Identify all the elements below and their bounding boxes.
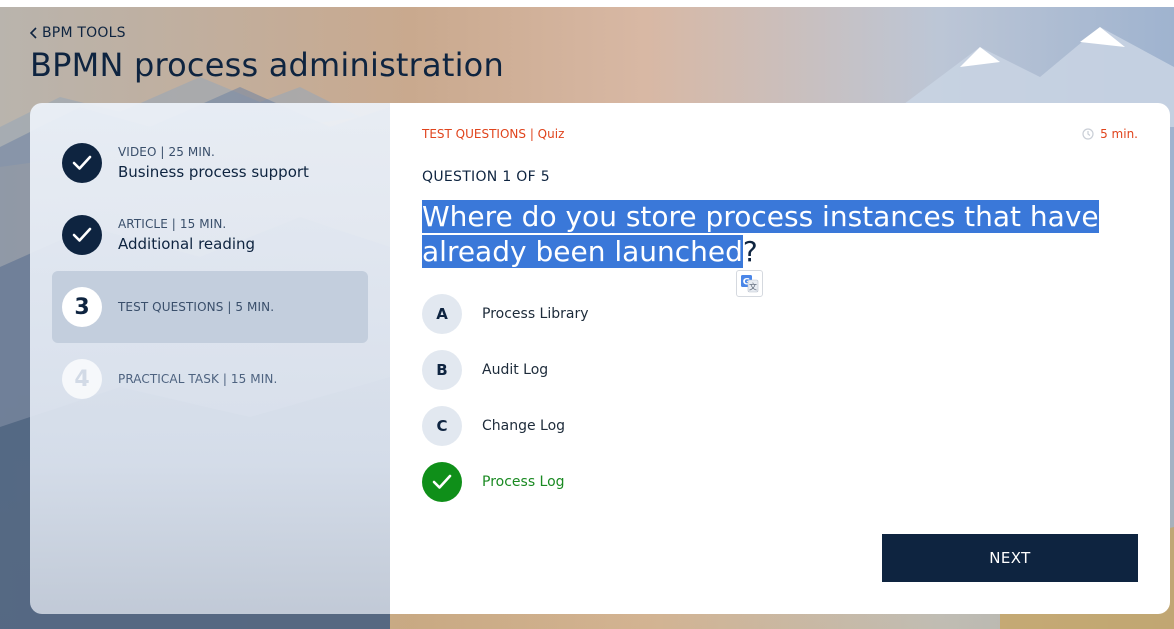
step-test-questions[interactable]: 3 TEST QUESTIONS | 5 MIN.	[52, 271, 368, 343]
clock-icon	[1082, 128, 1094, 140]
back-link-label: BPM TOOLS	[42, 25, 126, 41]
lesson-card: VIDEO | 25 MIN. Business process support…	[30, 103, 1170, 614]
svg-text:文: 文	[749, 282, 757, 292]
step-number-badge: 4	[62, 359, 102, 399]
question-selected-text: Where do you store process instances tha…	[422, 200, 1099, 268]
step-number-badge: 3	[62, 287, 102, 327]
option-label: Process Library	[482, 306, 589, 322]
quiz-panel: TEST QUESTIONS | Quiz 5 min. QUESTION 1 …	[390, 103, 1170, 614]
option-letter: A	[422, 294, 462, 334]
quiz-breadcrumb: TEST QUESTIONS | Quiz	[422, 127, 565, 141]
correct-answer-badge	[422, 462, 462, 502]
answer-option-a[interactable]: A Process Library	[422, 294, 589, 334]
answer-option-d[interactable]: Process Log	[422, 462, 565, 502]
chevron-left-icon	[30, 27, 37, 39]
step-meta: ARTICLE | 15 MIN.	[118, 217, 227, 231]
checkmark-icon	[432, 474, 452, 489]
question-text: Where do you store process instances tha…	[422, 199, 1122, 269]
option-letter: C	[422, 406, 462, 446]
option-label: Audit Log	[482, 362, 549, 378]
step-complete-badge	[62, 143, 102, 183]
option-label: Process Log	[482, 474, 565, 490]
question-counter: QUESTION 1 OF 5	[422, 169, 550, 185]
back-link[interactable]: BPM TOOLS	[30, 24, 126, 42]
step-meta: PRACTICAL TASK | 15 MIN.	[118, 372, 278, 386]
step-name: Additional reading	[118, 235, 256, 253]
quiz-timer: 5 min.	[1082, 127, 1138, 141]
step-practical-task[interactable]: 4 PRACTICAL TASK | 15 MIN.	[52, 343, 368, 415]
step-name: Business process support	[118, 163, 309, 181]
google-translate-icon[interactable]: G 文	[736, 270, 763, 297]
answer-option-c[interactable]: C Change Log	[422, 406, 565, 446]
step-video[interactable]: VIDEO | 25 MIN. Business process support	[52, 127, 368, 199]
option-letter: B	[422, 350, 462, 390]
step-meta: TEST QUESTIONS | 5 MIN.	[118, 300, 275, 314]
step-complete-badge	[62, 215, 102, 255]
step-meta: VIDEO | 25 MIN.	[118, 145, 215, 159]
question-rest-text: ?	[742, 235, 758, 268]
lesson-steps-sidebar: VIDEO | 25 MIN. Business process support…	[30, 103, 390, 614]
top-strip	[0, 0, 1174, 7]
checkmark-icon	[72, 155, 92, 170]
option-label: Change Log	[482, 418, 566, 434]
page-title: BPMN process administration	[30, 46, 504, 84]
step-article[interactable]: ARTICLE | 15 MIN. Additional reading	[52, 199, 368, 271]
checkmark-icon	[72, 227, 92, 242]
timer-label: 5 min.	[1100, 127, 1138, 141]
answer-option-b[interactable]: B Audit Log	[422, 350, 548, 390]
next-button[interactable]: NEXT	[882, 534, 1138, 582]
